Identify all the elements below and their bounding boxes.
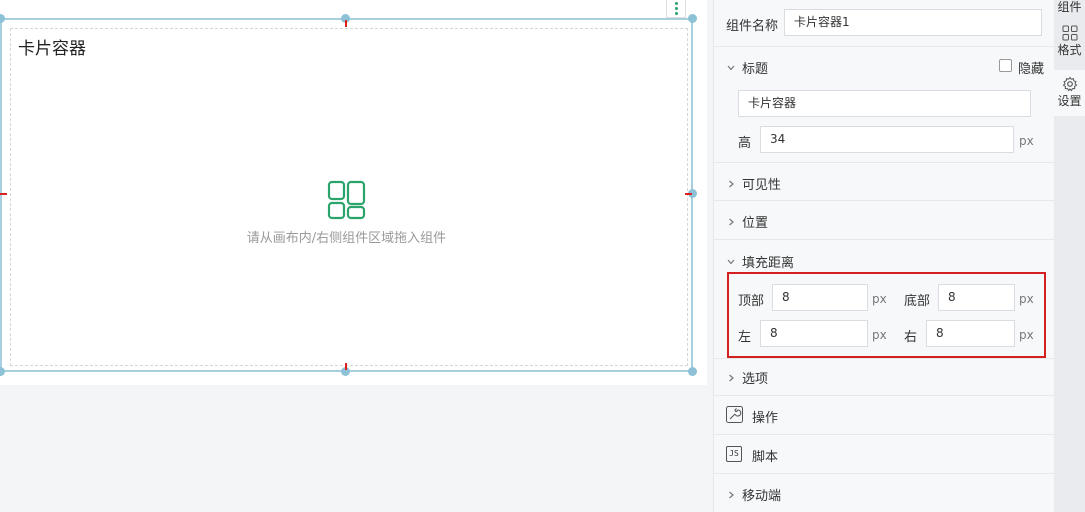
wrench-icon: [726, 406, 743, 423]
component-name-label: 组件名称: [726, 19, 779, 34]
chevron-right-icon: [726, 179, 736, 189]
section-padding-header[interactable]: 填充距离: [726, 252, 794, 271]
js-script-icon: JS: [726, 446, 742, 462]
resize-handle-bottom-left[interactable]: [0, 367, 5, 376]
script-label: 脚本: [752, 450, 779, 465]
section-title-label: 标题: [742, 62, 769, 77]
properties-panel: 组件名称 卡片容器1 标题 隐藏 卡片容器 高 34 px 可见性 位置 填充距…: [713, 0, 1055, 512]
padding-marker-bottom: [345, 363, 347, 370]
chevron-right-icon: [726, 373, 736, 383]
padding-highlight-box: [727, 272, 1046, 358]
resize-handle-top-right[interactable]: [688, 14, 697, 23]
section-mobile-label: 移动端: [742, 489, 782, 504]
canvas-sheet: 卡片容器 请从画布内/右侧组件区域拖入组件: [0, 0, 707, 385]
tab-settings-label: 设置: [1057, 94, 1082, 108]
chevron-down-icon: [726, 63, 736, 73]
tab-components[interactable]: 组件: [1054, 0, 1085, 20]
tab-format[interactable]: 格式: [1054, 22, 1085, 66]
component-name-input[interactable]: 卡片容器1: [784, 9, 1042, 36]
section-position-label: 位置: [742, 216, 769, 231]
script-row[interactable]: JS 脚本: [714, 435, 1055, 473]
more-dot-icon: [674, 12, 678, 15]
empty-drop-hint: 请从画布内/右侧组件区域拖入组件: [246, 231, 447, 246]
tab-components-label: 组件: [1057, 0, 1082, 14]
section-mobile-header[interactable]: 移动端: [726, 485, 781, 504]
hide-title-label: 隐藏: [1018, 62, 1045, 77]
actions-label: 操作: [752, 411, 779, 426]
hide-title-checkbox[interactable]: [999, 59, 1012, 72]
height-unit: px: [1019, 134, 1034, 148]
more-dot-icon: [674, 2, 678, 5]
title-height-input[interactable]: 34: [760, 126, 1014, 153]
section-visibility-header[interactable]: 可见性: [726, 174, 781, 193]
layout-grid-icon: [327, 180, 366, 220]
chevron-right-icon: [726, 490, 736, 500]
tab-settings[interactable]: 设置: [1054, 70, 1085, 116]
section-options-label: 选项: [742, 372, 769, 387]
format-grid-icon: [1062, 25, 1077, 41]
resize-handle-bottom-right[interactable]: [688, 367, 697, 376]
section-padding-label: 填充距离: [742, 256, 795, 271]
section-visibility-label: 可见性: [742, 178, 782, 193]
padding-marker-top: [345, 20, 347, 27]
actions-row[interactable]: 操作: [714, 396, 1055, 434]
right-tab-rail: 组件 格式 设置: [1054, 0, 1085, 512]
chevron-down-icon: [726, 257, 736, 267]
tab-format-label: 格式: [1057, 43, 1082, 57]
more-options-button[interactable]: [666, 0, 686, 18]
more-dot-icon: [674, 7, 678, 10]
title-text-input[interactable]: 卡片容器: [738, 90, 1031, 117]
section-position-header[interactable]: 位置: [726, 212, 768, 231]
chevron-right-icon: [726, 217, 736, 227]
height-label: 高: [738, 136, 752, 151]
padding-marker-right: [685, 193, 692, 195]
card-title: 卡片容器: [18, 39, 86, 59]
gear-icon: [1062, 76, 1077, 92]
section-title-header[interactable]: 标题: [726, 58, 768, 77]
section-options-header[interactable]: 选项: [726, 368, 768, 387]
padding-marker-left: [0, 193, 7, 195]
design-canvas[interactable]: 卡片容器 请从画布内/右侧组件区域拖入组件: [0, 0, 713, 512]
